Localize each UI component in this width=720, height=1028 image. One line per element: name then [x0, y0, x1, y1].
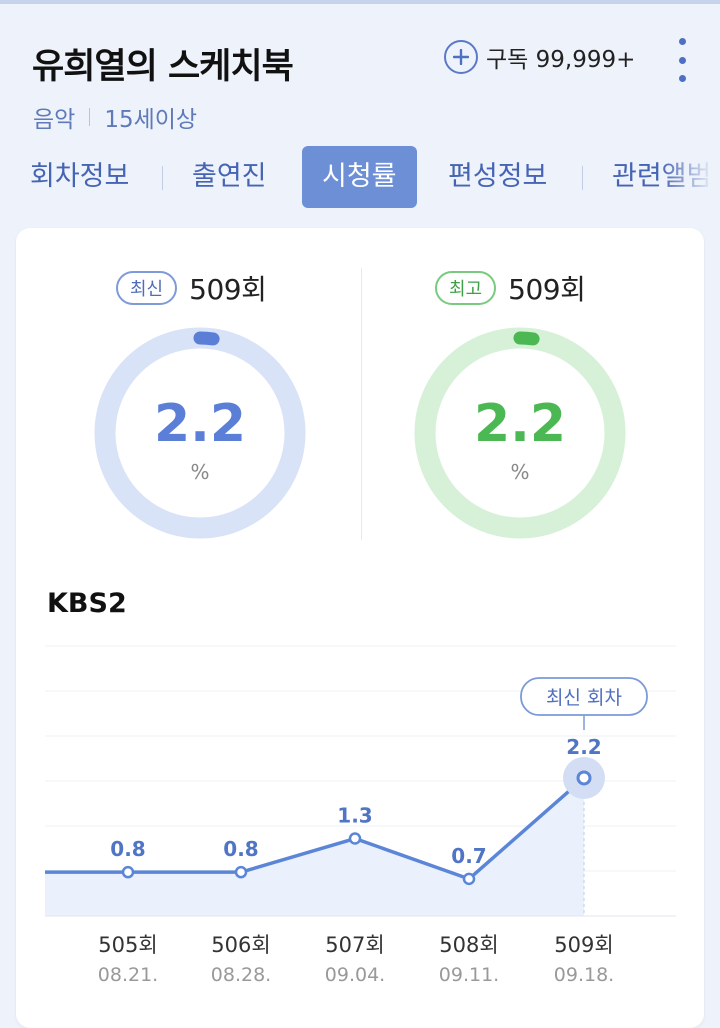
- data-point: [462, 872, 476, 886]
- x-date-label: 09.04.: [325, 964, 385, 986]
- data-point: [234, 865, 248, 879]
- x-date-label: 09.11.: [439, 964, 499, 986]
- top-border: [0, 0, 720, 4]
- latest-rating-header: 최신 509회: [116, 268, 267, 308]
- latest-rating-value: 2.2: [153, 394, 247, 454]
- highest-donut-arc: [513, 331, 540, 346]
- latest-donut-arc: [193, 331, 220, 346]
- tab-divider: [582, 166, 583, 190]
- highest-rating-donut: 2.2 %: [413, 326, 627, 540]
- highest-episode: 509회: [508, 273, 586, 306]
- highest-rating-value: 2.2: [473, 394, 567, 454]
- x-date-label: 08.28.: [211, 964, 271, 986]
- data-label: 2.2: [566, 735, 601, 759]
- subscribe-label: 구독 99,999+: [486, 47, 636, 73]
- highest-rating-unit: %: [510, 460, 530, 484]
- data-label: 0.8: [110, 837, 145, 861]
- program-meta: 음악 15세이상: [33, 100, 197, 134]
- latest-badge: 최신: [116, 271, 178, 305]
- channel-label: KBS2: [47, 588, 127, 619]
- data-point: [121, 865, 135, 879]
- latest-episode: 509회: [189, 273, 267, 306]
- data-label: 0.7: [451, 844, 486, 868]
- data-label: 1.3: [337, 804, 372, 828]
- data-point: [576, 770, 592, 786]
- more-options-icon[interactable]: [672, 38, 692, 82]
- genre-label: 음악: [33, 107, 76, 133]
- x-date-label: 08.21.: [98, 964, 158, 986]
- x-category-label: 505회: [98, 933, 157, 957]
- x-category-label: 506회: [211, 933, 270, 957]
- meta-divider: [89, 108, 91, 126]
- x-category-label: 507회: [325, 933, 384, 957]
- tab-schedule[interactable]: 편성정보: [448, 146, 547, 208]
- data-label: 0.8: [223, 837, 258, 861]
- highest-badge: 최고: [435, 271, 497, 305]
- plus-icon: [444, 40, 478, 74]
- subscribe-button[interactable]: 구독 99,999+: [444, 40, 635, 74]
- data-point: [348, 832, 362, 845]
- latest-rating-donut: 2.2 %: [93, 326, 307, 540]
- tab-episode-info[interactable]: 회차정보: [30, 146, 129, 208]
- x-date-label: 09.18.: [554, 964, 614, 986]
- tab-cast[interactable]: 출연진: [192, 146, 267, 208]
- x-category-label: 508회: [439, 933, 498, 957]
- tab-bar: 회차정보 출연진 시청률 편성정보 관련앨범: [0, 146, 720, 210]
- program-title: 유희열의 스케치북: [32, 47, 294, 87]
- highest-rating-header: 최고 509회: [435, 268, 586, 308]
- ratings-line-chart: 0.8 505회 08.21. 0.8 506회 08.28. 1.3 507회 09.04. 0…: [45, 645, 676, 986]
- tab-ratings[interactable]: 시청률: [302, 146, 417, 208]
- tab-fade: [660, 146, 720, 210]
- card-divider: [361, 268, 362, 540]
- latest-rating-unit: %: [190, 460, 210, 484]
- age-rating-label: 15세이상: [104, 107, 198, 133]
- x-category-label: 509회: [554, 933, 613, 957]
- callout-label: 최신 회차: [546, 687, 622, 709]
- tab-divider: [162, 166, 163, 190]
